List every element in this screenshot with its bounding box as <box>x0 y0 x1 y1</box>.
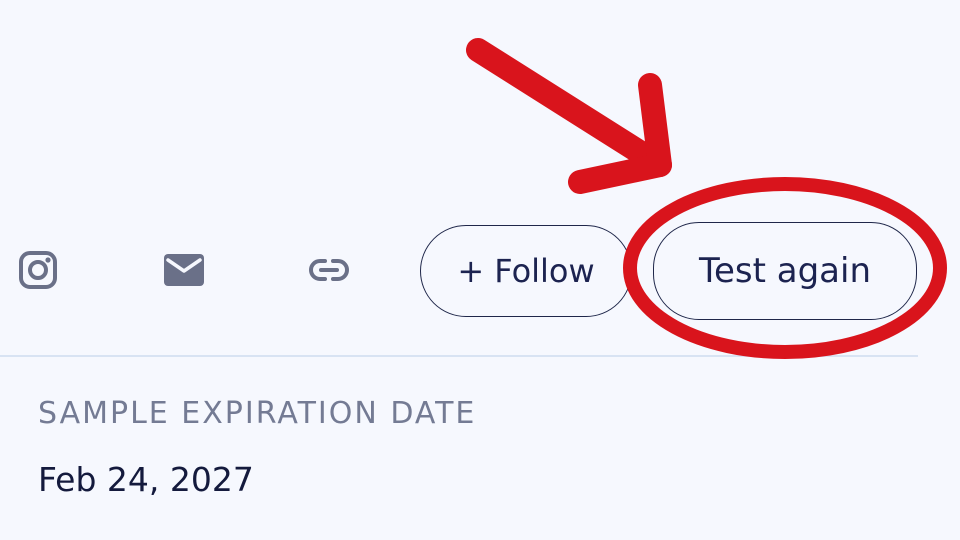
mail-icon[interactable] <box>163 252 205 288</box>
test-again-button[interactable]: Test again <box>653 222 917 320</box>
annotation-arrow <box>466 38 672 194</box>
expiration-date-value: Feb 24, 2027 <box>38 460 254 499</box>
link-icon[interactable] <box>308 254 350 286</box>
follow-button[interactable]: + Follow <box>420 225 632 317</box>
section-divider <box>0 355 918 357</box>
instagram-icon[interactable] <box>18 250 58 290</box>
expiration-date-label: SAMPLE EXPIRATION DATE <box>38 396 477 431</box>
